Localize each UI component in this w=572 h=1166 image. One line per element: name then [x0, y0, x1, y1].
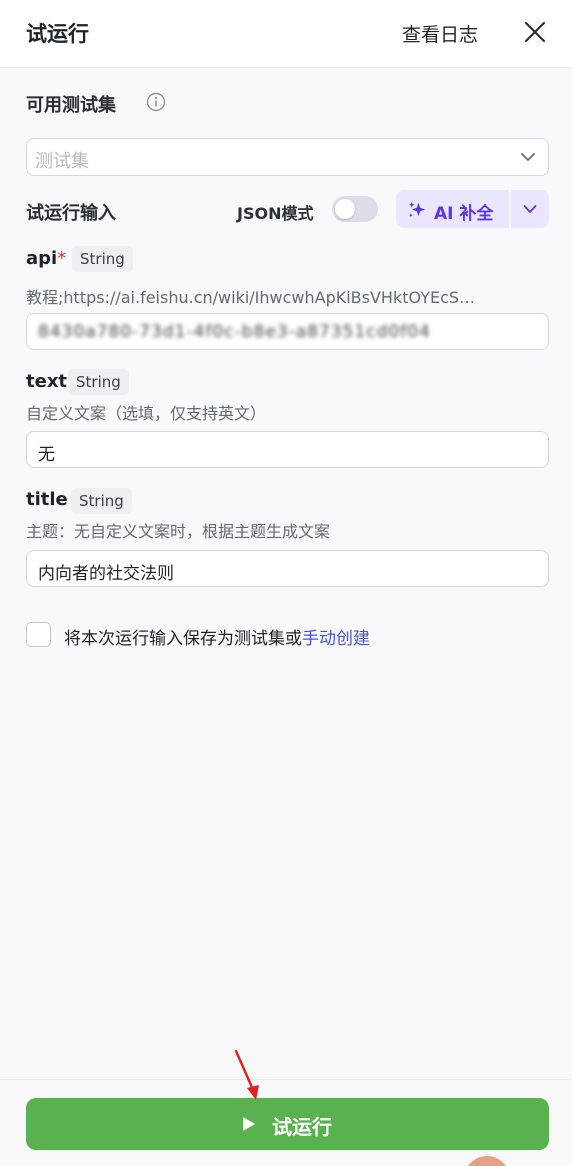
save-test-set-text: 将本次运行输入保存为测试集或手动创建	[64, 629, 370, 649]
title-input[interactable]: 内向者的社交法则	[26, 550, 549, 587]
text-input-value: 无	[38, 445, 55, 465]
panel-header: 试运行 查看日志	[0, 0, 572, 68]
type-tag: String	[72, 246, 133, 272]
chevron-down-icon	[521, 153, 535, 161]
field-description: 自定义文案（选填，仅支持英文）	[26, 404, 267, 423]
annotation-arrow-icon	[234, 1049, 259, 1100]
field-name-api: api*	[26, 248, 67, 269]
panel-title: 试运行	[26, 22, 89, 46]
field-description: 教程;https://ai.feishu.cn/wiki/IhwcwhApKiB…	[26, 288, 476, 307]
test-set-select[interactable]: 测试集	[26, 138, 549, 176]
save-test-set-checkbox[interactable]	[26, 622, 51, 647]
chevron-down-icon	[523, 205, 537, 213]
api-input[interactable]: 8430a780-73d1-4f0c-b8e3-a87351cd0f04	[26, 313, 549, 350]
info-icon[interactable]	[146, 92, 166, 112]
view-logs-link[interactable]: 查看日志	[402, 20, 478, 47]
json-mode-toggle[interactable]	[332, 196, 378, 222]
json-mode-label: JSON模式	[237, 204, 314, 223]
run-input-label: 试运行输入	[26, 203, 116, 224]
run-button[interactable]: 试运行	[26, 1098, 549, 1150]
toggle-knob	[335, 199, 355, 219]
api-input-value: 8430a780-73d1-4f0c-b8e3-a87351cd0f04	[38, 322, 431, 342]
manual-create-link[interactable]: 手动创建	[302, 629, 370, 649]
run-button-label: 试运行	[272, 1115, 332, 1139]
close-icon[interactable]	[522, 19, 548, 45]
test-set-label: 可用测试集	[26, 95, 116, 116]
test-set-placeholder: 测试集	[35, 151, 89, 172]
type-tag: String	[68, 369, 129, 395]
title-input-value: 内向者的社交法则	[38, 564, 174, 584]
field-description: 主题：无自定义文案时，根据主题生成文案	[26, 522, 331, 541]
text-input[interactable]: 无	[26, 431, 549, 468]
required-mark: *	[57, 248, 67, 269]
type-tag: String	[71, 488, 132, 514]
ai-complete-label: AI 补全	[434, 204, 494, 224]
field-name-title: title	[26, 489, 68, 510]
ai-complete-dropdown[interactable]	[511, 190, 549, 228]
sparkle-icon	[408, 201, 426, 218]
play-icon	[243, 1117, 255, 1131]
field-name-text: text	[26, 371, 68, 392]
ai-complete-button[interactable]: AI 补全	[396, 190, 509, 228]
